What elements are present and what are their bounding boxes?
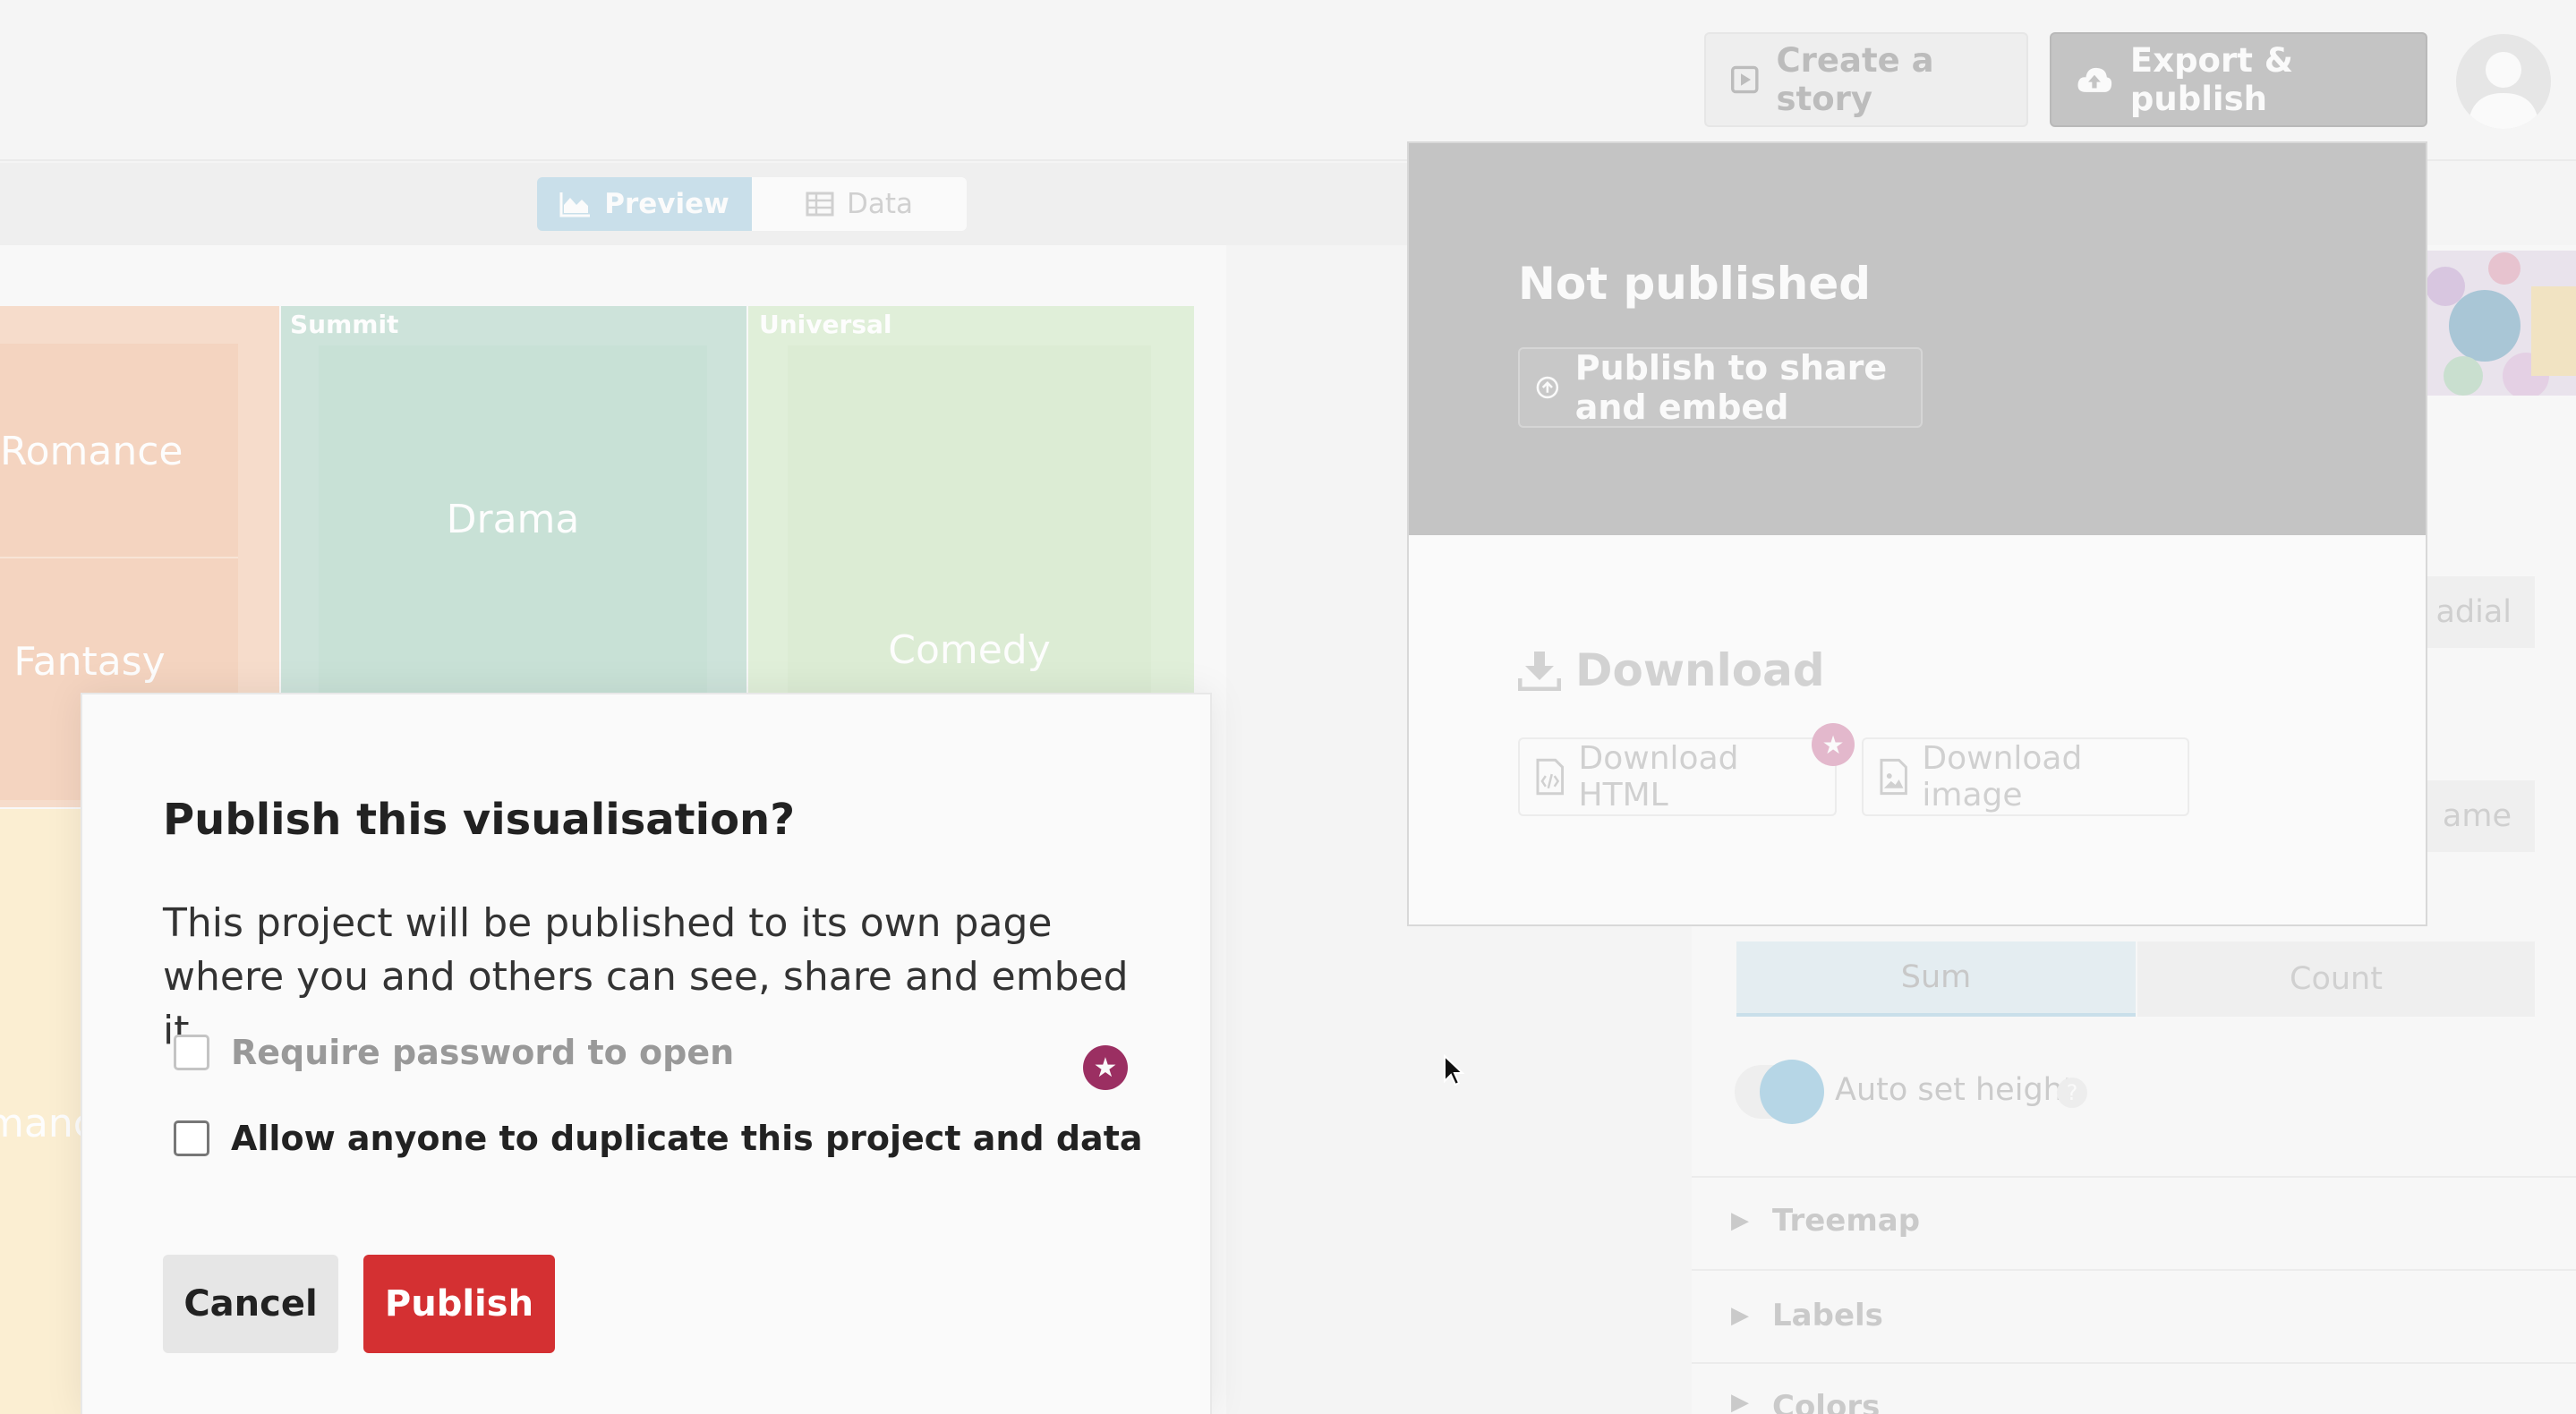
cell-label-fantasy: Fantasy bbox=[13, 638, 166, 685]
caret-right-icon: ▶ bbox=[1731, 1207, 1749, 1234]
section-colors-label: Colors bbox=[1772, 1389, 1881, 1414]
theme-thumbnail[interactable] bbox=[2427, 251, 2576, 396]
section-treemap[interactable]: ▶ Treemap bbox=[1731, 1203, 1920, 1239]
section-divider bbox=[1692, 1362, 2576, 1364]
publish-share-button[interactable]: Publish to share and embed bbox=[1518, 347, 1923, 428]
duplicate-option-label: Allow anyone to duplicate this project a… bbox=[231, 1119, 1143, 1158]
tab-preview-label: Preview bbox=[604, 188, 729, 220]
caret-right-icon: ▶ bbox=[1731, 1389, 1749, 1414]
sum-label: Sum bbox=[1900, 959, 1972, 995]
cell-label-drama: Drama bbox=[446, 496, 580, 542]
name-label: ame bbox=[2442, 798, 2512, 834]
password-checkbox[interactable] bbox=[174, 1035, 209, 1070]
area-chart-icon bbox=[559, 192, 591, 217]
table-icon bbox=[806, 192, 834, 217]
view-toggle: Preview Data bbox=[537, 177, 967, 231]
download-image-label: Download image bbox=[1922, 740, 2083, 813]
section-divider bbox=[1692, 1176, 2576, 1178]
publish-status-section bbox=[1409, 143, 2426, 535]
cell-label-romance: Romance bbox=[0, 428, 183, 474]
count-label: Count bbox=[2290, 961, 2383, 997]
file-code-icon bbox=[1536, 758, 1565, 796]
premium-star-icon: ★ bbox=[1812, 723, 1855, 766]
mouse-cursor-icon bbox=[1444, 1054, 1464, 1086]
section-divider bbox=[1692, 1269, 2576, 1271]
modal-title: Publish this visualisation? bbox=[163, 795, 796, 845]
password-option[interactable]: Require password to open bbox=[174, 1033, 734, 1072]
file-image-icon bbox=[1880, 758, 1907, 796]
export-publish-label: Export & publish bbox=[2129, 41, 2294, 118]
treemap-group-label-universal: Universal bbox=[759, 310, 892, 339]
publish-modal: Publish this visualisation? This project… bbox=[81, 693, 1212, 1414]
avatar[interactable] bbox=[2456, 34, 2551, 129]
duplicate-checkbox[interactable] bbox=[174, 1120, 209, 1156]
toggle-knob bbox=[1760, 1060, 1824, 1124]
export-publish-button[interactable]: Export & publish bbox=[2050, 32, 2427, 127]
download-title: Download bbox=[1518, 644, 1825, 696]
create-story-button[interactable]: Create a story bbox=[1704, 32, 2028, 127]
bubble-thumbnail-icon bbox=[2427, 252, 2576, 396]
password-option-label: Require password to open bbox=[231, 1033, 735, 1072]
cloud-upload-icon bbox=[2077, 67, 2112, 92]
tab-data-label: Data bbox=[846, 188, 914, 220]
status-title: Not published bbox=[1518, 258, 1872, 310]
play-icon bbox=[1731, 65, 1759, 94]
download-html-button[interactable]: Download HTML bbox=[1518, 737, 1837, 816]
treemap-cell-drama[interactable]: Drama bbox=[319, 345, 707, 693]
premium-star-icon: ★ bbox=[1083, 1045, 1128, 1090]
download-html-label: Download HTML bbox=[1578, 740, 1739, 813]
sum-button[interactable]: Sum bbox=[1736, 941, 2136, 1017]
upload-circle-icon bbox=[1536, 376, 1559, 399]
section-labels[interactable]: ▶ Labels bbox=[1731, 1298, 1883, 1333]
auto-height-label: Auto set height bbox=[1835, 1072, 2076, 1108]
treemap-group-label-summit: Summit bbox=[290, 310, 399, 339]
tab-preview[interactable]: Preview bbox=[537, 177, 752, 231]
treemap-cell-romance[interactable]: Romance bbox=[0, 344, 183, 558]
treemap-cell-comedy[interactable]: Comedy bbox=[788, 345, 1151, 693]
help-icon[interactable]: ? bbox=[2057, 1078, 2087, 1108]
export-dropdown: Not published Publish to share and embed… bbox=[1407, 141, 2427, 926]
duplicate-option[interactable]: Allow anyone to duplicate this project a… bbox=[174, 1119, 1143, 1158]
download-icon bbox=[1518, 652, 1561, 691]
tab-data[interactable]: Data bbox=[752, 177, 967, 231]
publish-button[interactable]: Publish bbox=[363, 1255, 555, 1353]
section-treemap-label: Treemap bbox=[1772, 1203, 1921, 1239]
count-button[interactable]: Count bbox=[2137, 941, 2535, 1017]
user-icon bbox=[2468, 52, 2539, 129]
publish-share-label: Publish to share and embed bbox=[1574, 348, 1888, 427]
download-image-button[interactable]: Download image bbox=[1862, 737, 2189, 816]
section-labels-label: Labels bbox=[1772, 1298, 1883, 1333]
treemap-cell-romance-2[interactable]: mance bbox=[0, 1074, 81, 1172]
download-title-label: Download bbox=[1575, 644, 1825, 696]
cell-label-romance-2: mance bbox=[0, 1100, 81, 1146]
cancel-button[interactable]: Cancel bbox=[163, 1255, 338, 1353]
create-story-label: Create a story bbox=[1776, 41, 1934, 118]
cell-label-comedy: Comedy bbox=[888, 627, 1051, 673]
section-colors[interactable]: ▶ Colors bbox=[1731, 1389, 1880, 1414]
caret-right-icon: ▶ bbox=[1731, 1302, 1749, 1329]
radial-label: adial bbox=[2435, 594, 2512, 630]
